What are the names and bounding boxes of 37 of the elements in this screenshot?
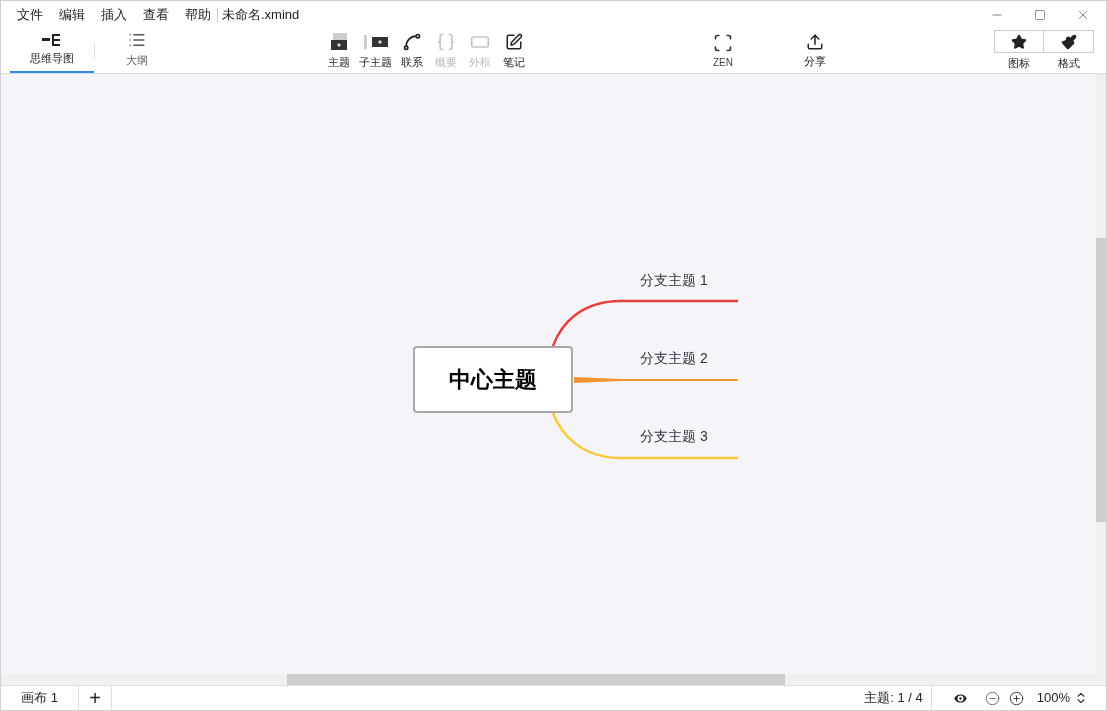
pen-icon bbox=[505, 32, 523, 51]
zen-button[interactable]: ZEN bbox=[703, 29, 743, 73]
document-title: 未命名.xmind bbox=[222, 6, 300, 25]
menu-item[interactable]: 编辑 bbox=[59, 5, 85, 25]
toolbar-button[interactable]: 子主题 bbox=[356, 29, 395, 73]
branch-topic[interactable]: 分支主题 2 bbox=[640, 349, 708, 367]
branch-topic[interactable]: 分支主题 3 bbox=[640, 427, 708, 445]
scrollbar-thumb[interactable] bbox=[287, 674, 785, 685]
menu-item[interactable]: 查看 bbox=[143, 5, 169, 25]
paintbrush-icon bbox=[1060, 33, 1077, 50]
zoom-in-icon[interactable] bbox=[1008, 690, 1024, 706]
menu-item[interactable]: 插入 bbox=[101, 5, 127, 25]
zoom-out-icon[interactable] bbox=[984, 690, 1000, 706]
share-button[interactable]: 分享 bbox=[795, 29, 835, 73]
star-icon bbox=[1011, 33, 1027, 50]
toolbar-button[interactable]: 笔记 bbox=[497, 29, 531, 73]
branch-topic[interactable]: 分支主题 1 bbox=[640, 271, 708, 289]
topic-count: 主题: 1 / 4 bbox=[864, 689, 924, 708]
add-subtopic-icon bbox=[363, 34, 388, 49]
add-sheet-button[interactable]: + bbox=[79, 686, 112, 710]
maximize-icon[interactable] bbox=[1034, 9, 1046, 21]
menu-item[interactable]: 帮助 bbox=[185, 5, 211, 25]
upload-icon bbox=[806, 32, 824, 51]
toolbar-button[interactable]: 联系 bbox=[395, 29, 429, 73]
toolbar-button[interactable]: 主题 bbox=[322, 29, 356, 73]
zoom-level: 100% bbox=[1036, 689, 1070, 708]
brace-icon bbox=[436, 31, 456, 52]
scrollbar-thumb[interactable] bbox=[1096, 238, 1106, 522]
curved-arrow-icon bbox=[402, 31, 422, 52]
view-tab[interactable]: 大纲 bbox=[95, 29, 179, 73]
fullscreen-icon bbox=[713, 32, 733, 53]
menu-item[interactable]: 文件 bbox=[17, 5, 43, 25]
sheet-tab[interactable]: 画布 1 bbox=[1, 686, 79, 710]
mind-map-icon bbox=[42, 33, 62, 48]
add-topic-icon bbox=[329, 32, 349, 51]
close-icon[interactable] bbox=[1076, 8, 1090, 22]
central-topic[interactable]: 中心主题 bbox=[413, 346, 573, 413]
